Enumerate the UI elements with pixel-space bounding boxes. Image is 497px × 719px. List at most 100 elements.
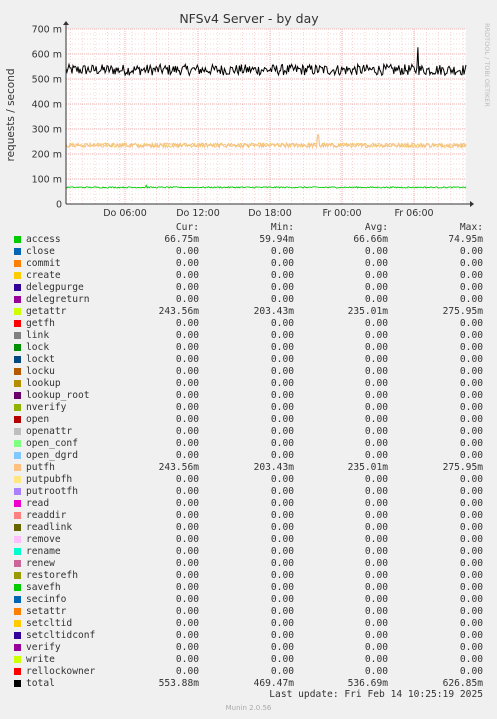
legend-swatch	[14, 620, 21, 627]
legend-swatch	[14, 344, 21, 351]
legend-swatch	[14, 296, 21, 303]
legend: Cur: Min: Avg: Max: access 66.75m 59.94m 66…	[0, 222, 497, 690]
legend-max-value: 0.00	[459, 402, 483, 413]
legend-max-value: 0.00	[459, 366, 483, 377]
legend-min-value: 0.00	[270, 666, 294, 677]
legend-avg-value: 0.00	[364, 366, 388, 377]
legend-label: open_dgrd	[26, 450, 78, 461]
legend-label: renew	[26, 558, 55, 569]
legend-min-value: 0.00	[270, 606, 294, 617]
legend-label: setcltidconf	[26, 630, 96, 641]
legend-cur-value: 0.00	[175, 402, 199, 413]
legend-label: open_conf	[26, 438, 78, 449]
legend-swatch	[14, 428, 21, 435]
legend-avg-value: 0.00	[364, 258, 388, 269]
legend-cur-value: 0.00	[175, 414, 199, 425]
legend-label: lock	[26, 342, 50, 353]
legend-label: remove	[26, 534, 61, 545]
legend-avg-value: 0.00	[364, 522, 388, 533]
rrdtool-watermark: RRDTOOL / TOBI OETIKER	[483, 23, 491, 107]
legend-row-getattr: getattr 243.56m 203.43m 235.01m 275.95m	[0, 306, 497, 318]
legend-swatch	[14, 248, 21, 255]
legend-avg-value: 0.00	[364, 474, 388, 485]
legend-min-value: 0.00	[270, 402, 294, 413]
legend-min-value: 0.00	[270, 630, 294, 641]
legend-cur-value: 0.00	[175, 498, 199, 509]
legend-min-value: 0.00	[270, 498, 294, 509]
legend-row-restorefh: restorefh 0.00 0.00 0.00 0.00	[0, 570, 497, 582]
legend-row-locku: locku 0.00 0.00 0.00 0.00	[0, 366, 497, 378]
legend-avg-value: 0.00	[364, 402, 388, 413]
legend-cur-value: 0.00	[175, 294, 199, 305]
legend-label: readlink	[26, 522, 73, 533]
legend-cur-value: 0.00	[175, 330, 199, 341]
legend-swatch	[14, 464, 21, 471]
legend-avg-value: 0.00	[364, 546, 388, 557]
legend-min-value: 0.00	[270, 414, 294, 425]
header-min: Min:	[270, 222, 294, 233]
legend-cur-value: 0.00	[175, 534, 199, 545]
legend-max-value: 0.00	[459, 534, 483, 545]
legend-cur-value: 0.00	[175, 642, 199, 653]
legend-cur-value: 0.00	[175, 654, 199, 665]
y-tick-label: 400 m	[32, 100, 62, 111]
legend-min-value: 0.00	[270, 282, 294, 293]
y-tick-label: 0	[56, 200, 62, 211]
legend-max-value: 0.00	[459, 522, 483, 533]
legend-label: lockt	[26, 354, 55, 365]
legend-min-value: 0.00	[270, 510, 294, 521]
legend-label: create	[26, 270, 61, 281]
legend-swatch	[14, 572, 21, 579]
legend-cur-value: 0.00	[175, 546, 199, 557]
legend-max-value: 0.00	[459, 642, 483, 653]
legend-avg-value: 0.00	[364, 378, 388, 389]
legend-label: commit	[26, 258, 61, 269]
legend-min-value: 0.00	[270, 558, 294, 569]
y-tick-label: 700 m	[32, 25, 62, 36]
legend-row-remove: remove 0.00 0.00 0.00 0.00	[0, 534, 497, 546]
legend-swatch	[14, 500, 21, 507]
legend-max-value: 0.00	[459, 498, 483, 509]
legend-row-renew: renew 0.00 0.00 0.00 0.00	[0, 558, 497, 570]
legend-row-lock: lock 0.00 0.00 0.00 0.00	[0, 342, 497, 354]
legend-avg-value: 0.00	[364, 570, 388, 581]
plot-background	[66, 29, 466, 204]
legend-min-value: 0.00	[270, 534, 294, 545]
legend-min-value: 0.00	[270, 486, 294, 497]
legend-max-value: 0.00	[459, 246, 483, 257]
legend-avg-value: 0.00	[364, 594, 388, 605]
legend-cur-value: 0.00	[175, 342, 199, 353]
legend-avg-value: 0.00	[364, 342, 388, 353]
y-tick-label: 100 m	[32, 175, 62, 186]
legend-cur-value: 0.00	[175, 246, 199, 257]
legend-max-value: 0.00	[459, 354, 483, 365]
legend-avg-value: 66.66m	[353, 234, 388, 245]
legend-max-value: 0.00	[459, 654, 483, 665]
legend-label: lookup_root	[26, 390, 90, 401]
legend-min-value: 0.00	[270, 378, 294, 389]
legend-swatch	[14, 524, 21, 531]
legend-avg-value: 0.00	[364, 486, 388, 497]
legend-swatch	[14, 596, 21, 603]
y-axis-arrow	[63, 21, 69, 25]
legend-row-nverify: nverify 0.00 0.00 0.00 0.00	[0, 402, 497, 414]
legend-min-value: 0.00	[270, 438, 294, 449]
legend-label: putfh	[26, 462, 55, 473]
legend-cur-value: 0.00	[175, 282, 199, 293]
legend-swatch	[14, 260, 21, 267]
legend-swatch	[14, 320, 21, 327]
legend-min-value: 0.00	[270, 582, 294, 593]
legend-max-value: 0.00	[459, 546, 483, 557]
legend-min-value: 0.00	[270, 390, 294, 401]
legend-max-value: 0.00	[459, 426, 483, 437]
legend-avg-value: 0.00	[364, 330, 388, 341]
legend-min-value: 0.00	[270, 294, 294, 305]
legend-label: rename	[26, 546, 61, 557]
legend-avg-value: 0.00	[364, 606, 388, 617]
header-avg: Avg:	[364, 222, 388, 233]
legend-row-setcltid: setcltid 0.00 0.00 0.00 0.00	[0, 618, 497, 630]
legend-row-readdir: readdir 0.00 0.00 0.00 0.00	[0, 510, 497, 522]
header-max: Max:	[459, 222, 483, 233]
legend-label: total	[26, 678, 55, 689]
legend-cur-value: 0.00	[175, 390, 199, 401]
